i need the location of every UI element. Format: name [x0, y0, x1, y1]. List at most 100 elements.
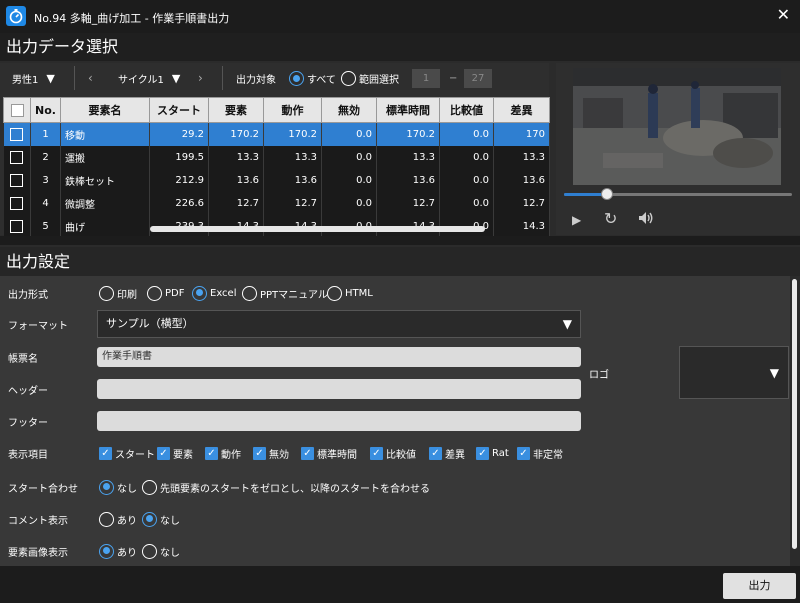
item-compare-checkbox[interactable]: ✓ 比較値 [370, 446, 416, 461]
volume-icon[interactable] [638, 211, 654, 228]
range-from-input[interactable]: 1 [412, 69, 440, 88]
table-cell: 13.3 [493, 145, 550, 169]
video-frame[interactable] [573, 68, 781, 185]
comment-row: コメント表示 あり なし [0, 505, 790, 533]
item-nonroutine-checkbox[interactable]: ✓ 非定常 [517, 446, 563, 461]
seek-handle[interactable] [601, 188, 614, 200]
radio-icon [142, 543, 157, 559]
title-input[interactable]: 作業手順書 [97, 347, 581, 367]
col-header[interactable]: 要素名 [60, 97, 150, 123]
output-button[interactable]: 出力 [723, 573, 796, 599]
element-image-no-radio[interactable]: なし [142, 543, 180, 559]
close-icon[interactable]: ✕ [777, 5, 790, 24]
col-header[interactable]: 無効 [321, 97, 377, 123]
radio-icon [327, 285, 342, 301]
format-ppt-radio[interactable]: PPTマニュアル [242, 285, 328, 301]
format-select[interactable]: サンプル（横型） ▼ [97, 310, 581, 338]
output-target-label: 出力対象 [236, 74, 276, 86]
format-value: サンプル（横型） [106, 317, 194, 330]
caret-down-icon: ▼ [562, 317, 572, 331]
table-row[interactable]: 3 鉄棒セット 212.9 13.6 13.6 0.0 13.6 0.0 13.6 [3, 168, 550, 192]
col-header[interactable]: 要素 [208, 97, 264, 123]
table-cell: 13.6 [263, 168, 322, 192]
format-print-radio[interactable]: 印刷 [99, 285, 137, 301]
table-cell: 12.7 [493, 191, 550, 215]
table-row[interactable]: 1 移動 29.2 170.2 170.2 0.0 170.2 0.0 170 [3, 122, 550, 146]
play-icon[interactable]: ▶ [572, 213, 581, 227]
table-cell: 12.7 [263, 191, 322, 215]
table-row[interactable]: 2 運搬 199.5 13.3 13.3 0.0 13.3 0.0 13.3 [3, 145, 550, 169]
table-cell: 移動 [60, 122, 150, 146]
table-cell: 0.0 [439, 122, 494, 146]
col-header[interactable]: 動作 [263, 97, 322, 123]
header-input[interactable] [97, 379, 581, 399]
check-icon: ✓ [429, 446, 442, 460]
option-label: スタート [115, 449, 155, 461]
item-invalid-checkbox[interactable]: ✓ 無効 [253, 446, 289, 461]
range-to-input[interactable]: 27 [464, 69, 492, 88]
row-checkbox[interactable] [3, 168, 31, 192]
format-excel-radio[interactable]: Excel [192, 285, 237, 301]
comment-yes-radio[interactable]: あり [99, 511, 137, 527]
item-start-checkbox[interactable]: ✓ スタート [99, 446, 155, 461]
item-motion-checkbox[interactable]: ✓ 動作 [205, 446, 241, 461]
item-std-checkbox[interactable]: ✓ 標準時間 [301, 446, 357, 461]
radio-icon [242, 285, 257, 301]
target-all-radio[interactable]: すべて [289, 71, 336, 86]
table-cell: 3 [30, 168, 61, 192]
option-label: なし [117, 483, 137, 495]
prev-cycle-icon[interactable]: ‹ [88, 63, 93, 93]
footer-bar [0, 566, 800, 603]
section-title-output-data: 出力データ選択 [0, 33, 800, 61]
next-cycle-icon[interactable]: › [198, 63, 203, 93]
option-label: 無効 [269, 449, 289, 461]
select-all-checkbox[interactable] [3, 97, 31, 123]
display-items-label: 表示項目 [8, 449, 48, 461]
row-checkbox[interactable] [3, 191, 31, 215]
table-row[interactable]: 4 微調整 226.6 12.7 12.7 0.0 12.7 0.0 12.7 [3, 191, 550, 215]
item-element-checkbox[interactable]: ✓ 要素 [157, 446, 193, 461]
start-align-zero-radio[interactable]: 先頭要素のスタートをゼロとし、以降のスタートを合わせる [142, 479, 430, 495]
horizontal-scrollbar[interactable] [150, 226, 485, 232]
row-checkbox[interactable] [3, 214, 31, 238]
divider [74, 66, 75, 90]
data-select-panel: 男性1 ▼ ‹ サイクル1 ▼ › 出力対象 すべて 範囲選択 1 − 27 N… [0, 63, 550, 238]
row-checkbox[interactable] [3, 145, 31, 169]
option-label: 差異 [445, 449, 465, 461]
cycle-dropdown[interactable]: サイクル1 ▼ [118, 63, 180, 93]
radio-icon [99, 543, 114, 559]
col-header[interactable]: No. [30, 97, 61, 123]
elements-table: No. 要素名 スタート 要素 動作 無効 標準時間 比較値 差異 1 移動 29.… [3, 97, 550, 238]
element-image-yes-radio[interactable]: あり [99, 543, 137, 559]
start-align-none-radio[interactable]: なし [99, 479, 137, 495]
check-icon: ✓ [517, 446, 530, 460]
seek-bar[interactable] [564, 193, 792, 196]
format-pdf-radio[interactable]: PDF [147, 285, 184, 301]
vertical-scrollbar[interactable] [791, 277, 798, 557]
target-range-radio[interactable]: 範囲選択 [341, 71, 399, 86]
table-cell: 曲げ [60, 214, 150, 238]
row-checkbox[interactable] [3, 122, 31, 146]
table-cell: 1 [30, 122, 61, 146]
radio-icon [99, 479, 114, 495]
format-type-row: 出力形式 印刷 PDF Excel PPTマニュアル HTML [0, 279, 790, 307]
table-cell: 12.7 [208, 191, 264, 215]
element-image-row: 要素画像表示 あり なし [0, 537, 790, 565]
video-panel: ▶ ↻ [556, 63, 800, 235]
col-header[interactable]: 差異 [493, 97, 550, 123]
col-header[interactable]: 標準時間 [376, 97, 440, 123]
option-label: Rat [492, 447, 509, 459]
worker-dropdown[interactable]: 男性1 ▼ [12, 63, 55, 93]
scrollbar-thumb[interactable] [792, 279, 797, 549]
table-cell: 13.3 [263, 145, 322, 169]
item-rat-checkbox[interactable]: ✓ Rat [476, 446, 509, 460]
item-diff-checkbox[interactable]: ✓ 差異 [429, 446, 465, 461]
format-html-radio[interactable]: HTML [327, 285, 373, 301]
footer-input[interactable] [97, 411, 581, 431]
comment-no-radio[interactable]: なし [142, 511, 180, 527]
col-header[interactable]: スタート [149, 97, 209, 123]
replay-icon[interactable]: ↻ [604, 209, 617, 228]
window-title: No.94 多軸_曲げ加工 - 作業手順書出力 [34, 12, 230, 25]
col-header[interactable]: 比較値 [439, 97, 494, 123]
radio-icon [142, 479, 157, 495]
